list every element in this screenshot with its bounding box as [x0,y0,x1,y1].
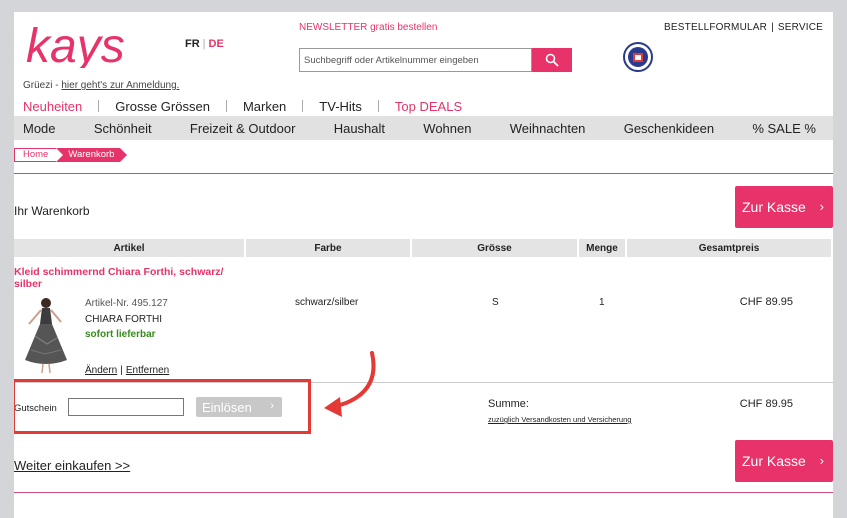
nav-grosse-groessen[interactable]: Grosse Grössen [99,99,226,114]
category-sale[interactable]: % SALE % [752,121,816,136]
service-link[interactable]: SERVICE [778,22,823,33]
column-header-groesse: Grösse [412,239,577,257]
actions-separator: | [120,365,123,376]
category-haushalt[interactable]: Haushalt [334,121,385,136]
annotation-arrow-icon [324,351,376,417]
item-quantity: 1 [599,297,605,308]
top-links: BESTELLFORMULAR | SERVICE [664,22,823,33]
kays-logo[interactable]: kays [24,22,154,68]
newsletter-link[interactable]: NEWSLETTER gratis bestellen [299,22,437,33]
lang-de[interactable]: DE [209,38,224,50]
category-freizeit-outdoor[interactable]: Freizeit & Outdoor [190,121,296,136]
checkout-button-top[interactable]: Zur Kasse › [735,186,833,228]
chevron-right-icon: › [270,400,274,412]
trust-seal-icon[interactable] [623,42,653,72]
product-info: Artikel-Nr. 495.127 CHIARA FORTHI sofort… [85,296,168,343]
lang-separator: | [202,38,206,50]
search-button[interactable] [532,48,572,72]
item-actions: Ändern | Entfernen [85,365,169,376]
search-bar [299,48,575,72]
availability-status: sofort lieferbar [85,329,156,340]
nav-tv-hits[interactable]: TV-Hits [303,99,378,114]
item-color: schwarz/silber [295,297,359,308]
product-image[interactable] [17,294,75,374]
cart-title: Ihr Warenkorb [14,204,90,218]
logo-text: kays [26,22,125,68]
brand-name: CHIARA FORTHI [85,313,163,325]
redeem-label: Einlösen [202,399,252,415]
divider-line [14,492,833,493]
nav-neuheiten[interactable]: Neuheiten [14,99,98,114]
column-header-menge: Menge [579,239,625,257]
breadcrumb-home[interactable]: Home [14,148,64,162]
product-name-link[interactable]: Kleid schimmernd Chiara Forthi, schwarz/… [14,266,224,290]
nav-top-deals[interactable]: Top DEALS [379,99,478,114]
checkout-label: Zur Kasse [742,453,806,469]
language-switch: FR | DE [185,38,224,50]
cart-table-header: Artikel Farbe Grösse Menge Gesamtpreis [14,239,833,257]
category-mode[interactable]: Mode [23,121,56,136]
divider-line [14,173,833,174]
remove-item-link[interactable]: Entfernen [126,365,169,376]
continue-shopping-link[interactable]: Weiter einkaufen >> [14,458,130,473]
search-input[interactable] [299,48,532,72]
greeting-text: Grüezi - [23,80,62,91]
voucher-label: Gutschein [14,403,57,414]
checkout-label: Zur Kasse [742,199,806,215]
order-form-link[interactable]: BESTELLFORMULAR [664,22,767,33]
breadcrumb-current: Warenkorb [56,148,128,162]
item-total-price: CHF 89.95 [739,296,793,308]
chevron-right-icon: › [819,453,824,468]
category-nav: Mode Schönheit Freizeit & Outdoor Hausha… [14,116,833,140]
greeting: Grüezi - hier geht's zur Anmeldung. [23,80,179,91]
item-size: S [492,297,499,308]
column-header-gesamtpreis: Gesamtpreis [627,239,831,257]
lang-fr[interactable]: FR [185,38,200,50]
shipping-note-link[interactable]: zuzüglich Versandkosten und Versicherung [488,415,631,424]
voucher-input[interactable] [68,398,184,416]
row-divider [14,382,833,383]
category-weihnachten[interactable]: Weihnachten [510,121,586,136]
top-links-separator: | [771,22,774,33]
nav-marken[interactable]: Marken [227,99,302,114]
sum-label: Summe: [488,398,529,410]
article-number: Artikel-Nr. 495.127 [85,298,168,309]
column-header-artikel: Artikel [14,239,244,257]
breadcrumb: Home Warenkorb [14,148,128,162]
search-icon [545,53,559,67]
primary-nav: Neuheiten Grosse Grössen Marken TV-Hits … [14,97,833,115]
page: kays FR|DE NEWSLETTER gratis bestellen B… [14,12,833,518]
edit-item-link[interactable]: Ändern [85,365,117,376]
sum-price: CHF 89.95 [739,398,793,410]
column-header-farbe: Farbe [246,239,410,257]
redeem-voucher-button[interactable]: Einlösen › [196,397,282,417]
category-wohnen[interactable]: Wohnen [423,121,471,136]
category-geschenkideen[interactable]: Geschenkideen [624,121,714,136]
category-schoenheit[interactable]: Schönheit [94,121,152,136]
chevron-right-icon: › [819,199,824,214]
checkout-button-bottom[interactable]: Zur Kasse › [735,440,833,482]
login-link[interactable]: hier geht's zur Anmeldung. [61,80,179,91]
